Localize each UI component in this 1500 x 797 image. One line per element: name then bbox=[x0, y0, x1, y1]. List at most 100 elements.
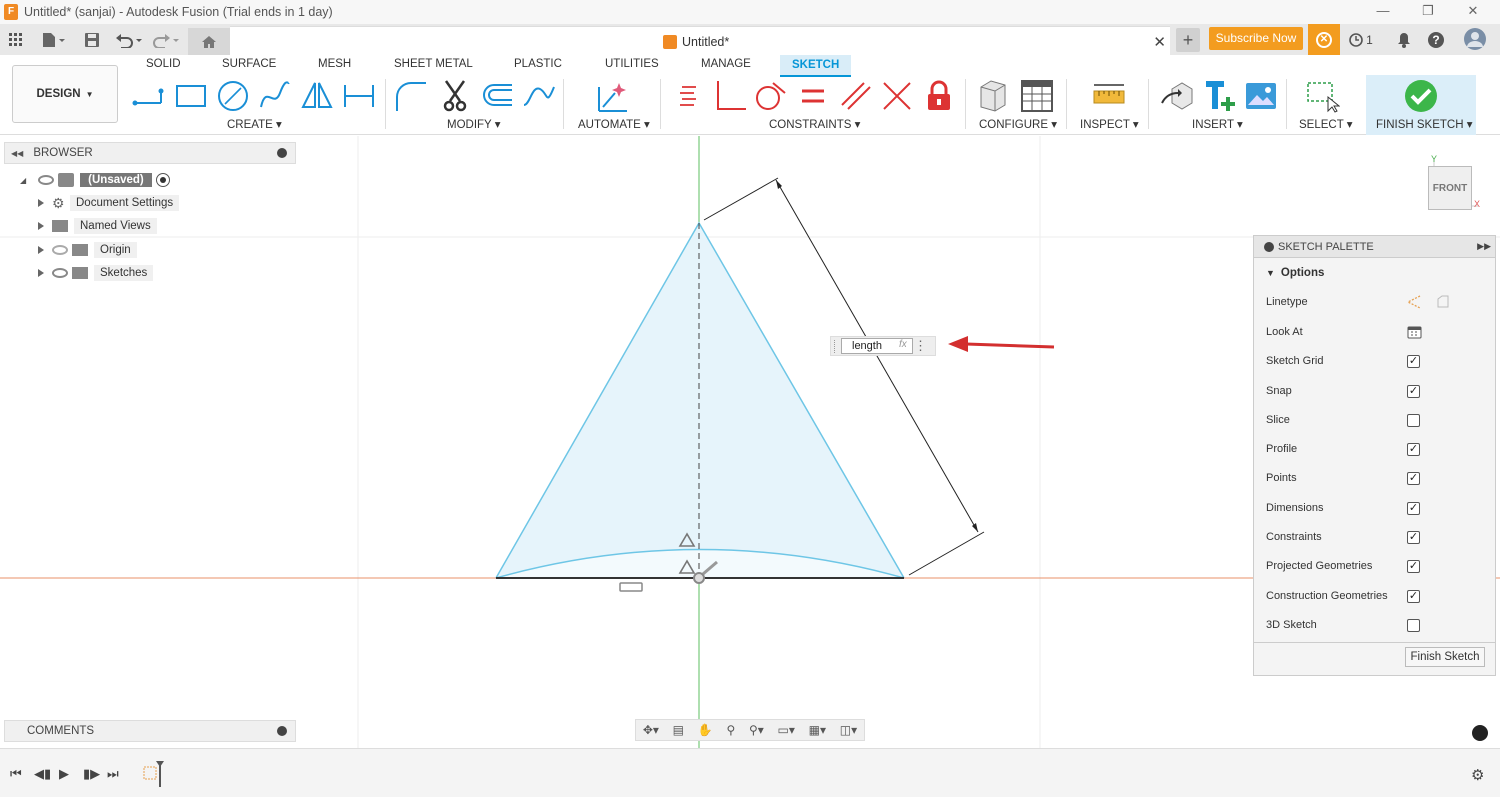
expand-palette-icon[interactable]: ▶▶ bbox=[1477, 241, 1491, 252]
activate-radio-icon[interactable] bbox=[155, 173, 170, 187]
look-at-calendar-icon[interactable] bbox=[1407, 325, 1423, 339]
go-to-end-icon[interactable]: ⏭ bbox=[107, 766, 119, 782]
go-to-start-icon[interactable]: ⏮ bbox=[10, 766, 22, 782]
construction-linetype-icon[interactable] bbox=[1407, 295, 1421, 309]
finish-checkmark-icon[interactable] bbox=[1404, 79, 1438, 113]
dimensions-checkbox[interactable]: ✓ bbox=[1407, 501, 1420, 515]
fillet-tool-icon[interactable] bbox=[394, 79, 428, 113]
group-insert-label[interactable]: INSERT ▾ bbox=[1192, 117, 1243, 131]
viewports-icon[interactable]: ◫▾ bbox=[840, 723, 857, 737]
expand-arrow-icon[interactable] bbox=[38, 246, 44, 254]
save-icon[interactable] bbox=[82, 30, 102, 50]
circle-tool-icon[interactable] bbox=[216, 79, 250, 113]
group-configure-label[interactable]: CONFIGURE ▾ bbox=[979, 117, 1057, 131]
visibility-eye-icon[interactable] bbox=[38, 175, 55, 185]
collapse-arrow-icon[interactable]: ▼ bbox=[1266, 268, 1275, 278]
tab-sketch[interactable]: SKETCH bbox=[780, 55, 852, 77]
timeline-sketch-feature-icon[interactable] bbox=[143, 759, 169, 787]
slice-checkbox[interactable] bbox=[1407, 413, 1420, 427]
projected-geometries-checkbox[interactable]: ✓ bbox=[1407, 559, 1420, 573]
origin-point[interactable] bbox=[693, 572, 705, 584]
expand-arrow-icon[interactable] bbox=[38, 222, 44, 230]
browser-item-sketches[interactable]: Sketches bbox=[38, 264, 154, 282]
expand-arrow-icon[interactable] bbox=[38, 199, 44, 207]
group-create-label[interactable]: CREATE ▾ bbox=[227, 117, 282, 131]
step-forward-icon[interactable]: ▮▶ bbox=[83, 766, 100, 782]
rectangle-tool-icon[interactable] bbox=[174, 79, 208, 113]
tangent-constraint-icon[interactable] bbox=[753, 79, 787, 113]
add-comment-icon[interactable] bbox=[277, 726, 287, 736]
trial-alert-icon[interactable]: ✕ bbox=[1308, 24, 1340, 55]
data-panel-grid-icon[interactable] bbox=[8, 30, 24, 50]
snap-checkbox[interactable]: ✓ bbox=[1407, 384, 1420, 398]
workspace-switcher[interactable]: DESIGN ▼ bbox=[12, 65, 118, 123]
horizontal-constraint-icon[interactable] bbox=[619, 582, 643, 592]
measure-icon[interactable] bbox=[1092, 79, 1126, 113]
viewport-canvas[interactable]: Y X ◀◀ BROWSER ◢ (Unsaved) ⚙ Document Se… bbox=[0, 136, 1500, 748]
orbit-icon[interactable]: ✥▾ bbox=[643, 723, 659, 737]
zoom-icon[interactable]: ⚲ bbox=[726, 723, 735, 737]
help-icon[interactable]: ? bbox=[1426, 30, 1446, 50]
zoom-window-icon[interactable]: ⚲▾ bbox=[749, 723, 764, 737]
curve-tool-icon[interactable] bbox=[522, 79, 556, 113]
feedback-icon[interactable] bbox=[1472, 725, 1488, 741]
mirror-tool-icon[interactable] bbox=[300, 79, 334, 113]
look-at-icon[interactable]: ▤ bbox=[673, 723, 684, 737]
constraints-checkbox[interactable]: ✓ bbox=[1407, 530, 1420, 544]
fix-constraint-icon[interactable] bbox=[672, 79, 706, 113]
construction-geometries-checkbox[interactable]: ✓ bbox=[1407, 589, 1420, 603]
group-modify-label[interactable]: MODIFY ▾ bbox=[447, 117, 500, 131]
job-status-button[interactable]: 1 bbox=[1346, 30, 1376, 50]
grid-settings-icon[interactable]: ▦▾ bbox=[809, 723, 826, 737]
notifications-bell-icon[interactable] bbox=[1394, 30, 1414, 50]
user-avatar[interactable] bbox=[1463, 26, 1487, 52]
group-select-label[interactable]: SELECT ▾ bbox=[1299, 117, 1353, 131]
fx-function-icon[interactable]: fx bbox=[899, 339, 907, 350]
centerline-linetype-icon[interactable] bbox=[1436, 295, 1450, 309]
sketch-grid-checkbox[interactable]: ✓ bbox=[1407, 354, 1420, 368]
tab-plastic[interactable]: PLASTIC bbox=[514, 58, 562, 70]
play-icon[interactable]: ▶ bbox=[59, 766, 69, 782]
tab-manage[interactable]: MANAGE bbox=[701, 58, 751, 70]
browser-minimize-icon[interactable] bbox=[277, 148, 287, 158]
3d-sketch-checkbox[interactable] bbox=[1407, 618, 1420, 632]
hidden-eye-icon[interactable] bbox=[52, 245, 68, 255]
options-section-header[interactable]: ▼ Options bbox=[1254, 258, 1495, 288]
group-inspect-label[interactable]: INSPECT ▾ bbox=[1080, 117, 1139, 131]
browser-item-document-settings[interactable]: ⚙ Document Settings bbox=[38, 194, 180, 212]
drag-handle-icon[interactable] bbox=[834, 340, 836, 353]
spline-tool-icon[interactable] bbox=[258, 79, 292, 113]
browser-panel-header[interactable]: ◀◀ BROWSER bbox=[4, 142, 296, 164]
more-options-icon[interactable]: ⋮ bbox=[914, 339, 927, 353]
tab-solid[interactable]: SOLID bbox=[146, 58, 181, 70]
file-menu-icon[interactable] bbox=[38, 30, 68, 50]
equal-constraint-icon[interactable] bbox=[796, 79, 830, 113]
tab-sheet-metal[interactable]: SHEET METAL bbox=[394, 58, 473, 70]
collinear-constraint-icon[interactable] bbox=[880, 79, 914, 113]
collapse-arrow-icon[interactable]: ◢ bbox=[20, 176, 26, 185]
parallel-constraint-icon[interactable] bbox=[838, 79, 872, 113]
visibility-eye-icon[interactable] bbox=[52, 268, 68, 278]
home-tab[interactable] bbox=[188, 28, 230, 55]
browser-item-named-views[interactable]: Named Views bbox=[38, 217, 157, 235]
timeline-settings-gear-icon[interactable]: ⚙ bbox=[1471, 766, 1484, 784]
tab-utilities[interactable]: UTILITIES bbox=[605, 58, 659, 70]
trim-scissors-icon[interactable] bbox=[438, 79, 472, 113]
dimension-tool-icon[interactable] bbox=[342, 79, 376, 113]
group-automate-label[interactable]: AUTOMATE ▾ bbox=[578, 117, 650, 131]
insert-derive-icon[interactable] bbox=[1160, 79, 1194, 113]
line-tool-icon[interactable] bbox=[132, 79, 166, 113]
perpendicular-constraint-icon[interactable] bbox=[712, 79, 746, 113]
browser-item-origin[interactable]: Origin bbox=[38, 241, 137, 259]
configure-table-icon[interactable] bbox=[1020, 79, 1054, 113]
select-window-icon[interactable] bbox=[1306, 79, 1340, 113]
document-tab[interactable]: Untitled* ✕ bbox=[230, 26, 1170, 55]
new-tab-button[interactable]: + bbox=[1176, 28, 1200, 52]
browser-root-row[interactable]: ◢ (Unsaved) bbox=[20, 171, 170, 189]
palette-finish-sketch-button[interactable]: Finish Sketch bbox=[1405, 647, 1485, 667]
maximize-icon[interactable]: ❐ bbox=[1413, 3, 1443, 19]
automate-dimension-icon[interactable] bbox=[595, 79, 629, 113]
sketch-palette-header[interactable]: SKETCH PALETTE ▶▶ bbox=[1254, 236, 1495, 258]
subscribe-button[interactable]: Subscribe Now bbox=[1209, 27, 1303, 50]
step-back-icon[interactable]: ◀▮ bbox=[34, 766, 51, 782]
